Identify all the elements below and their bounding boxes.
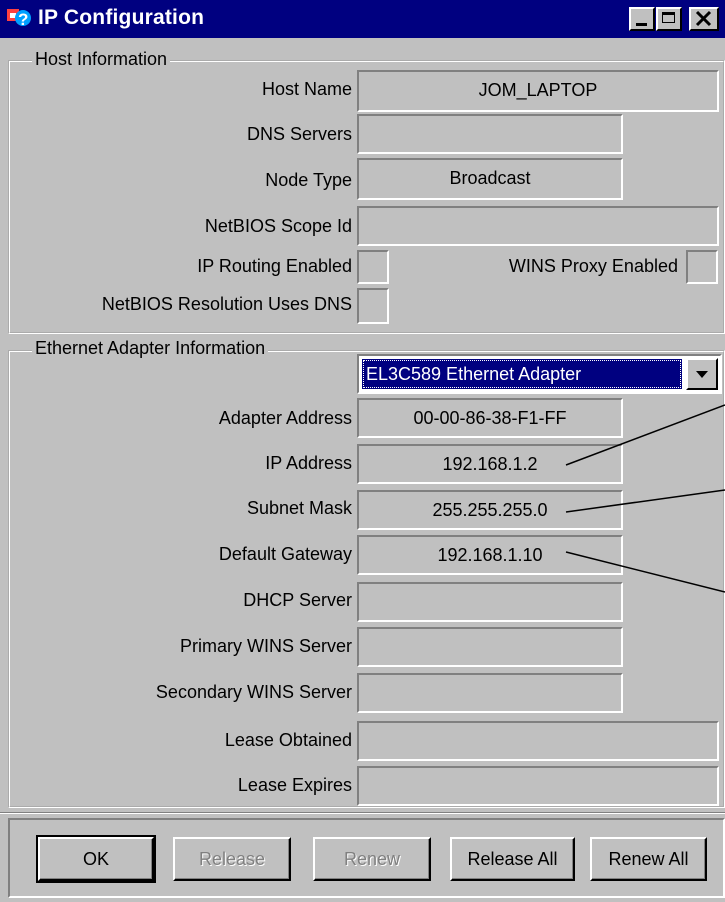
callout-line-gateway — [565, 551, 725, 593]
callout-lines — [565, 404, 725, 593]
renew-all-button[interactable]: Renew All — [590, 837, 707, 881]
release-all-button[interactable]: Release All — [450, 837, 575, 881]
ok-button[interactable]: OK — [36, 835, 156, 883]
callout-line-subnet — [565, 489, 725, 513]
release-button-label: Release — [198, 849, 266, 869]
callout-line-ip — [565, 404, 725, 466]
divider — [0, 812, 725, 814]
release-all-button-label: Release All — [467, 849, 558, 869]
ok-button-label: OK — [82, 849, 109, 869]
renew-all-button-label: Renew All — [608, 849, 689, 869]
release-button[interactable]: Release — [173, 837, 291, 881]
renew-button-label: Renew — [343, 849, 401, 869]
renew-button[interactable]: Renew — [313, 837, 431, 881]
